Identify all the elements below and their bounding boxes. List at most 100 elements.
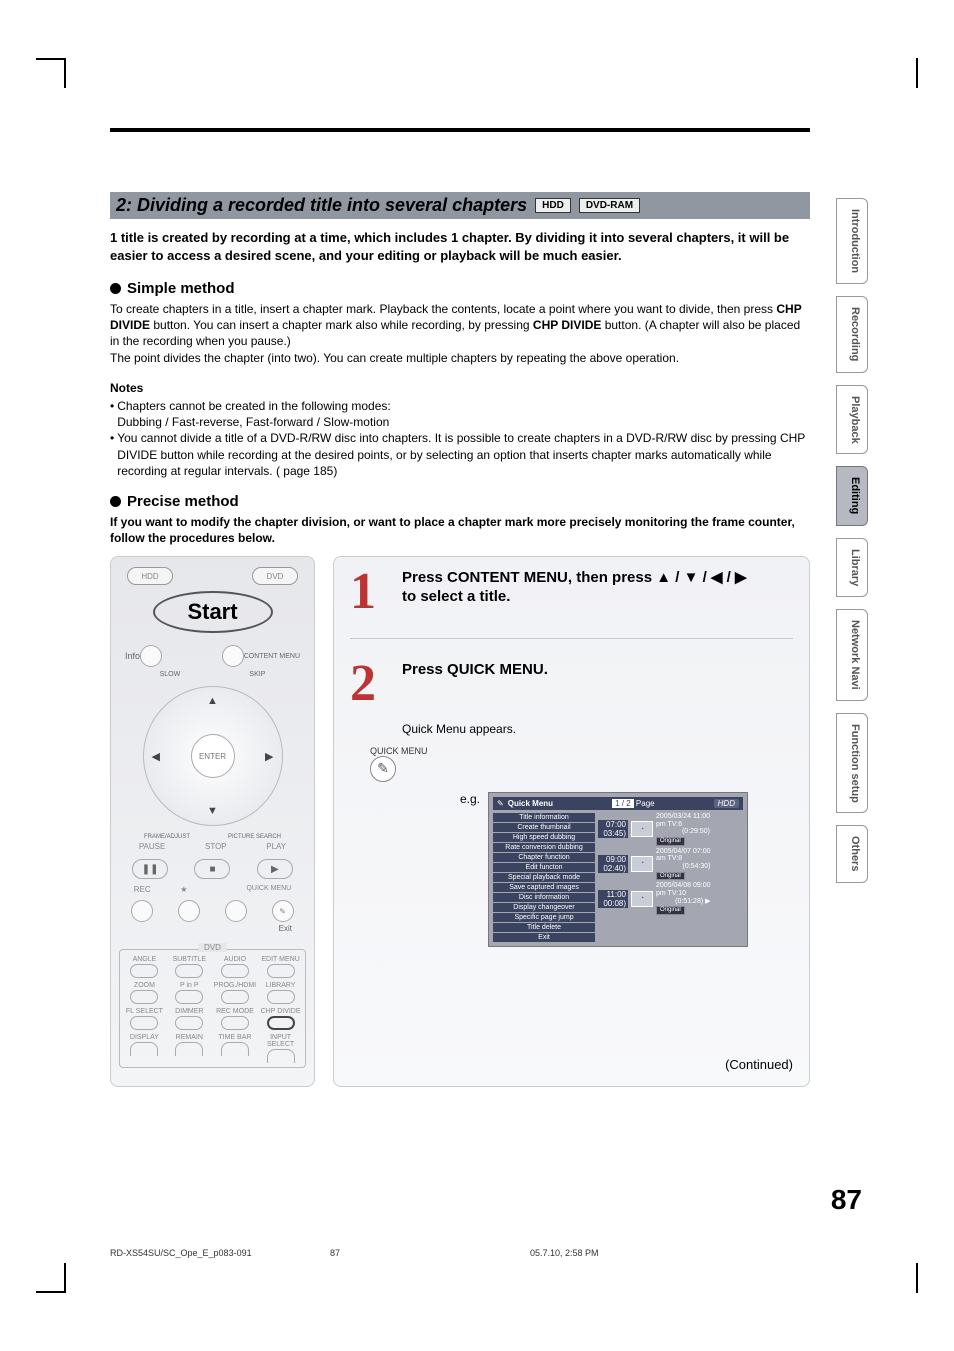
arrows-icon: ▲ / ▼ / ◀ / ▶ [656,569,746,586]
audio-button [221,964,249,978]
fl-select-button [130,1016,158,1030]
step-2-appears: Quick Menu appears. [402,722,793,736]
stop-button: ■ [194,859,230,879]
osd-menu-item: High speed dubbing [493,833,595,842]
simple-method-body: To create chapters in a title, insert a … [110,301,810,350]
osd-title-list: 07:00 03:45) ◔ 2005/03/24 11:00 pm TV:6 … [598,813,743,942]
info-label: Info [125,651,140,661]
sidebar-tab-library: Library [836,538,868,597]
remain-button [175,1042,203,1056]
edit-menu-button [267,964,295,978]
crop-mark [36,1291,66,1293]
star-icon: ★ [180,885,187,894]
step-1: 1 Press CONTENT MENU, then press ▲ / ▼ /… [350,569,793,616]
thumbnail-icon: ◔ [631,821,653,837]
picture-search-label: PICTURE SEARCH [228,834,281,840]
note-item: • You cannot divide a title of a DVD-R/R… [110,430,810,479]
notes-heading: Notes [110,380,810,396]
step-number: 1 [350,569,392,616]
input-select-button [267,1049,295,1063]
quick-menu-icon: ✎ [370,756,396,782]
pause-button: ❚❚ [132,859,168,879]
sidebar-tab-function-setup: Function setup [836,713,868,814]
page-number: 87 [831,1184,862,1216]
subtitle-button [175,964,203,978]
sidebar-tabs: Introduction Recording Playback Editing … [836,198,868,883]
frame-adjust-label: FRAME/ADJUST [144,834,190,840]
footer-file: RD-XS54SU/SC_Ope_E_p083-091 [110,1248,330,1258]
chp-divide-button [267,1016,295,1030]
info-button [140,645,162,667]
content-menu-button [222,645,244,667]
pause-label: PAUSE [139,842,166,851]
step-number: 2 [350,661,392,708]
osd-menu-item: Create thumbnail [493,823,595,832]
osd-page-indicator: 1 / 2 Page [612,799,655,808]
rec-button [131,900,153,922]
step-1-heading: Press CONTENT MENU, then press ▲ / ▼ / ◀… [402,569,747,607]
circle-button [225,900,247,922]
dvd-button: DVD [252,567,298,585]
time-bar-button [221,1042,249,1056]
simple-method-body-2: The point divides the chapter (into two)… [110,350,810,366]
quick-menu-icon-label: QUICK MENU [370,746,428,756]
thumbnail-icon: ◔ [631,891,653,907]
osd-title-item: 09:00 02:40) ◔ 2005/04/07 07:00 am TV:8 … [598,848,743,881]
osd-menu-item: Save captured images [493,883,595,892]
sidebar-tab-network-navi: Network Navi [836,609,868,701]
library-button [267,990,295,1004]
osd-title-item: 07:00 03:45) ◔ 2005/03/24 11:00 pm TV:6 … [598,813,743,846]
content-menu-label: CONTENT MENU [244,653,300,660]
arrow-down-icon: ▼ [207,805,218,817]
bullet-icon: • [110,398,114,430]
step-2-heading: Press QUICK MENU. [402,661,548,680]
osd-menu-item: Edit functon [493,863,595,872]
osd-menu-item: Chapter function [493,853,595,862]
osd-menu: Title information Create thumbnail High … [493,813,595,942]
osd-menu-item: Title information [493,813,595,822]
precise-method-title: Precise method [127,493,239,510]
arrow-up-icon: ▲ [207,695,218,707]
quick-menu-button: ✎ [272,900,294,922]
angle-button [130,964,158,978]
chip-hdd: HDD [535,198,571,213]
footer-stamp: 05.7.10, 2:58 PM [530,1248,810,1258]
rec-label: REC [134,885,151,894]
pinp-button [175,990,203,1004]
osd-menu-item: Special playback mode [493,873,595,882]
osd-hdd-chip: HDD [714,799,739,808]
dvd-legend: DVD [198,943,227,952]
osd-menu-item: Exit [493,933,595,942]
notes-list: • Chapters cannot be created in the foll… [110,398,810,479]
osd-menu-item: Rate conversion dubbing [493,843,595,852]
precise-method-heading: Precise method [110,493,810,510]
continued-label: (Continued) [350,1057,793,1072]
arrow-right-icon: ▶ [265,750,273,763]
footer: RD-XS54SU/SC_Ope_E_p083-091 87 05.7.10, … [110,1248,810,1258]
zoom-button [130,990,158,1004]
eg-label: e.g. [460,792,480,806]
enter-button: ENTER [191,734,235,778]
display-button [130,1042,158,1056]
exit-label: Exit [119,924,306,933]
osd-menu-item: Title delete [493,923,595,932]
osd-quick-menu-label: ✎ Quick Menu [497,799,553,808]
crop-mark [916,1263,918,1293]
sidebar-tab-recording: Recording [836,296,868,372]
skip-label: SKIP [249,671,265,678]
osd-menu-item: Disc information [493,893,595,902]
rec-mode-button [221,1016,249,1030]
example-block: e.g. ✎ Quick Menu 1 / 2 Page HDD [460,792,793,947]
simple-method-heading: Simple method [110,280,810,297]
quick-menu-label: QUICK MENU [246,885,291,894]
osd-title-item: 11:00 00:08) ◔ 2005/04/08 09:00 pm TV:10… [598,882,743,915]
crop-mark [916,58,918,88]
dpad: ▲ ▼ ◀ ▶ ENTER [143,686,283,826]
section-title: 2: Dividing a recorded title into severa… [116,195,527,216]
note-item: • Chapters cannot be created in the foll… [110,398,810,430]
hdd-button: HDD [127,567,173,585]
top-rule [110,128,810,132]
steps-panel: 1 Press CONTENT MENU, then press ▲ / ▼ /… [333,556,810,1087]
osd-screenshot: ✎ Quick Menu 1 / 2 Page HDD Title inform… [488,792,748,947]
dvd-section: DVD ANGLE SUBTITLE AUDIO EDIT MENU ZOOM … [119,949,306,1068]
